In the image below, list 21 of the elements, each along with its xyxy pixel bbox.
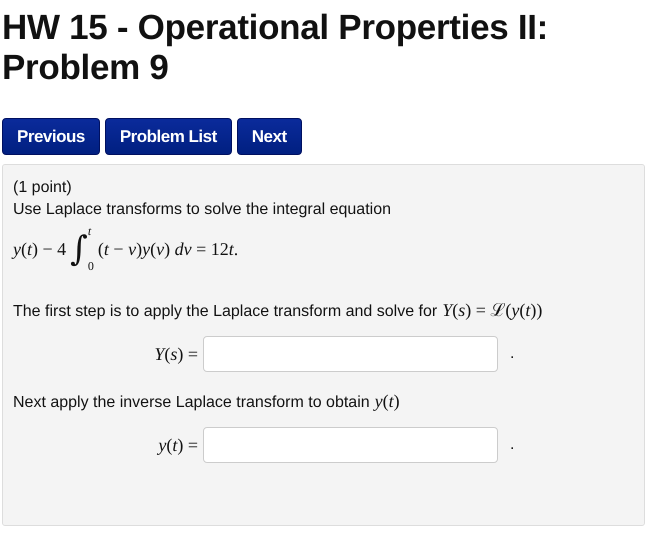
math-expression: y(t)	[374, 391, 400, 412]
equation-term: y(t) − 4	[13, 238, 66, 260]
nav-button[interactable]: Problem List	[104, 118, 232, 155]
answer-field[interactable]	[203, 427, 498, 463]
points-text: (1 point)	[13, 178, 73, 198]
upper-limit: t	[88, 224, 92, 239]
lower-limit: 0	[88, 259, 94, 274]
answer-label: y(t) =	[158, 434, 198, 456]
instruction-text: Next apply the inverse Laplace transform to obtain	[13, 393, 370, 413]
answer-field[interactable]	[203, 336, 498, 372]
math-expression: Y(s) = ℒ(y(t))	[442, 299, 542, 321]
nav-button[interactable]: Next	[236, 118, 302, 155]
integral-sign: ∫	[70, 232, 88, 266]
problem-text: Use Laplace transforms to solve the integral equation	[13, 200, 392, 220]
page-title: HW 15 - Operational Properties II: Problem 9	[2, 8, 550, 88]
answer-label: Y(s) =	[154, 344, 198, 364]
period-text: .	[510, 436, 514, 454]
instruction-text: The first step is to apply the Laplace transform and solve for	[13, 302, 438, 322]
nav-button[interactable]: Previous	[2, 118, 100, 155]
equation-term: (t − v)y(v) dv = 12t.	[98, 238, 238, 260]
period-text: .	[510, 345, 514, 363]
